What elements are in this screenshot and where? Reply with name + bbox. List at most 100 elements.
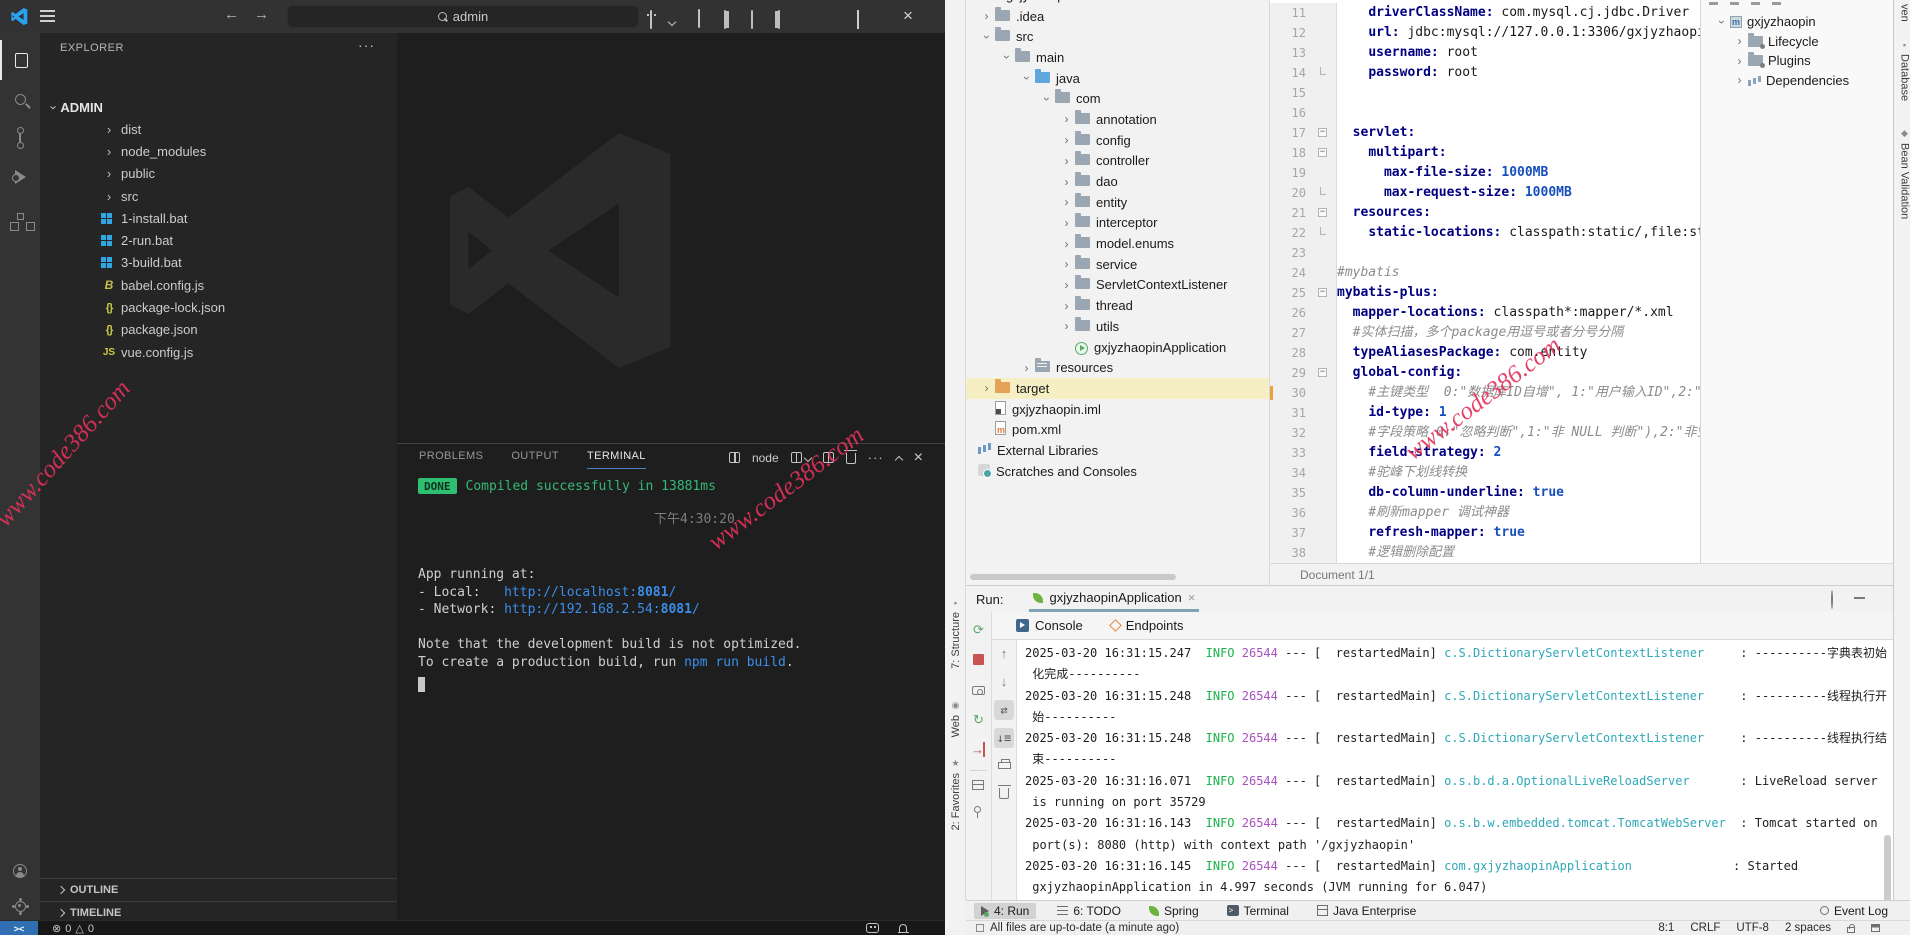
notifications-bell-icon[interactable] xyxy=(899,924,907,932)
up-stacktrace-icon[interactable]: ↑ xyxy=(992,646,1016,661)
maven-root-item[interactable]: ›mgxjyzhaopin xyxy=(1701,12,1893,32)
chevron-collapsed-icon[interactable]: › xyxy=(978,381,995,395)
line-ending[interactable]: CRLF xyxy=(1690,922,1720,934)
panel-tab-output[interactable]: OUTPUT xyxy=(511,450,559,469)
chevron-collapsed-icon[interactable]: › xyxy=(1058,257,1075,271)
tool-window-tab-run[interactable]: 4: Run xyxy=(974,903,1036,919)
chevron-collapsed-icon[interactable]: › xyxy=(1731,34,1748,48)
chevron-expanded-icon[interactable]: › xyxy=(998,50,1015,64)
tool-window-tab-terminal[interactable]: Terminal xyxy=(1220,903,1296,919)
project-tree-item[interactable]: ›src xyxy=(966,26,1269,47)
maven-item-plugins[interactable]: ›Plugins xyxy=(1701,51,1893,71)
copilot-icon[interactable] xyxy=(650,11,652,29)
chevron-collapsed-icon[interactable]: › xyxy=(1058,112,1075,126)
stripe-database[interactable]: ▪Database xyxy=(1894,40,1910,101)
encoding[interactable]: UTF-8 xyxy=(1736,922,1769,934)
stripe-structure[interactable]: ▪7: Structure xyxy=(945,598,966,669)
project-tree-item[interactable]: Scratches and Consoles xyxy=(966,461,1269,482)
stripe-web[interactable]: ◉Web xyxy=(945,700,966,737)
explorer-item[interactable]: {}package.json xyxy=(40,319,397,341)
chevron-collapsed-icon[interactable]: › xyxy=(1058,237,1075,251)
chevron-collapsed-icon[interactable]: › xyxy=(1058,299,1075,313)
remote-indicator[interactable]: >< xyxy=(0,921,38,935)
explorer-root-folder[interactable]: › ADMIN xyxy=(40,96,397,118)
run-settings-gear-icon[interactable] xyxy=(1831,591,1833,609)
chevron-collapsed-icon[interactable]: › xyxy=(1731,54,1748,68)
pin-tab-icon[interactable] xyxy=(974,806,981,813)
chevron-expanded-icon[interactable]: › xyxy=(1038,92,1055,106)
screen-reader-icon[interactable] xyxy=(1871,924,1880,932)
terminal-more-icon[interactable]: ··· xyxy=(868,450,884,465)
activity-run-and-debug[interactable] xyxy=(0,157,40,197)
chevron-expanded-icon[interactable]: › xyxy=(1018,71,1035,85)
fold-collapse-icon[interactable]: − xyxy=(1318,288,1327,297)
explorer-item[interactable]: ›public xyxy=(40,163,397,185)
chevron-collapsed-icon[interactable]: › xyxy=(1018,361,1035,375)
explorer-item[interactable]: {}package-lock.json xyxy=(40,296,397,318)
dump-threads-icon[interactable] xyxy=(972,686,985,695)
project-tree-item[interactable]: ›dao xyxy=(966,171,1269,192)
caret-position[interactable]: 8:1 xyxy=(1658,922,1674,934)
exit-icon[interactable]: → xyxy=(971,742,985,757)
project-tree-item[interactable]: gxjyzhaopin.iml xyxy=(966,399,1269,420)
project-tree-item[interactable]: ›model.enums xyxy=(966,233,1269,254)
maven-item-dependencies[interactable]: ›Dependencies xyxy=(1701,71,1893,91)
chevron-collapsed-icon[interactable]: › xyxy=(1058,216,1075,230)
tree-horizontal-scrollbar[interactable] xyxy=(970,574,1176,580)
hide-tool-window-icon[interactable] xyxy=(1854,597,1865,599)
chevron-collapsed-icon[interactable]: › xyxy=(1058,133,1075,147)
chevron-expanded-icon[interactable]: › xyxy=(968,0,985,2)
fold-collapse-icon[interactable]: − xyxy=(1318,128,1327,137)
maven-item-lifecycle[interactable]: ›Lifecycle xyxy=(1701,32,1893,52)
tool-window-tab-spring[interactable]: Spring xyxy=(1142,903,1206,919)
console-output[interactable]: 2025-03-20 16:31:15.247 INFO 26544 --- [… xyxy=(1017,640,1893,901)
menu-icon[interactable] xyxy=(40,10,55,22)
project-tree-item[interactable]: ›.idea xyxy=(966,6,1269,27)
maximize-panel-icon[interactable] xyxy=(894,455,902,463)
nav-back-icon[interactable]: ← xyxy=(224,6,239,23)
project-tree-item[interactable]: ›config xyxy=(966,130,1269,151)
copilot-status-icon[interactable] xyxy=(866,923,879,933)
fold-collapse-icon[interactable]: − xyxy=(1318,148,1327,157)
project-tree-item[interactable]: ›java xyxy=(966,68,1269,89)
console-scrollbar[interactable] xyxy=(1884,835,1891,901)
project-tree-item[interactable]: ›resources xyxy=(966,357,1269,378)
project-tree-item[interactable]: ›annotation xyxy=(966,109,1269,130)
explorer-item[interactable]: ›node_modules xyxy=(40,140,397,162)
tool-window-tab-javaenterprise[interactable]: Java Enterprise xyxy=(1310,903,1423,919)
outline-section[interactable]: OUTLINE xyxy=(40,878,397,901)
search-box[interactable]: admin xyxy=(287,5,639,28)
project-tree-item[interactable]: ›service xyxy=(966,254,1269,275)
project-tree-item[interactable]: External Libraries xyxy=(966,440,1269,461)
chevron-collapsed-icon[interactable]: › xyxy=(1731,73,1748,87)
project-tree-item[interactable]: ›thread xyxy=(966,295,1269,316)
chevron-collapsed-icon[interactable]: › xyxy=(978,9,995,23)
project-tree-item[interactable]: ›ServletContextListener xyxy=(966,275,1269,296)
problems-status[interactable]: ⊗ 0 △ 0 xyxy=(52,921,94,935)
customize-layout-icon[interactable] xyxy=(698,10,700,28)
clear-console-icon[interactable] xyxy=(999,788,1009,799)
activity-extensions[interactable] xyxy=(0,196,40,236)
project-tree-item[interactable]: pom.xml xyxy=(966,419,1269,440)
toggle-panel-icon[interactable] xyxy=(751,11,753,29)
explorer-more-icon[interactable]: ··· xyxy=(358,37,375,53)
close-panel-icon[interactable]: × xyxy=(914,451,923,465)
fold-collapse-icon[interactable]: − xyxy=(1318,368,1327,377)
window-maximize-icon[interactable] xyxy=(857,11,859,29)
fold-collapse-icon[interactable]: − xyxy=(1318,208,1327,217)
toggle-sidebar-icon[interactable] xyxy=(724,11,726,29)
chevron-collapsed-icon[interactable]: › xyxy=(1058,278,1075,292)
scroll-to-end-icon[interactable]: ↓≡ xyxy=(994,728,1014,748)
view-tab-endpoints[interactable]: Endpoints xyxy=(1111,618,1184,633)
explorer-item[interactable]: ›dist xyxy=(40,118,397,140)
chevron-collapsed-icon[interactable]: › xyxy=(1058,154,1075,168)
explorer-item[interactable]: Bbabel.config.js xyxy=(40,274,397,296)
chevron-expanded-icon[interactable]: › xyxy=(1713,15,1730,29)
project-tree-item[interactable]: ›interceptor xyxy=(966,213,1269,234)
explorer-item[interactable]: JSvue.config.js xyxy=(40,341,397,363)
activity-account[interactable] xyxy=(0,851,40,891)
project-tree-item[interactable]: ›controller xyxy=(966,151,1269,172)
project-tree-item[interactable]: ›target xyxy=(966,378,1269,399)
soft-wrap-icon[interactable]: ⇄ xyxy=(994,700,1014,720)
project-tree-item[interactable]: gxjyzhaopinApplication xyxy=(966,337,1269,358)
